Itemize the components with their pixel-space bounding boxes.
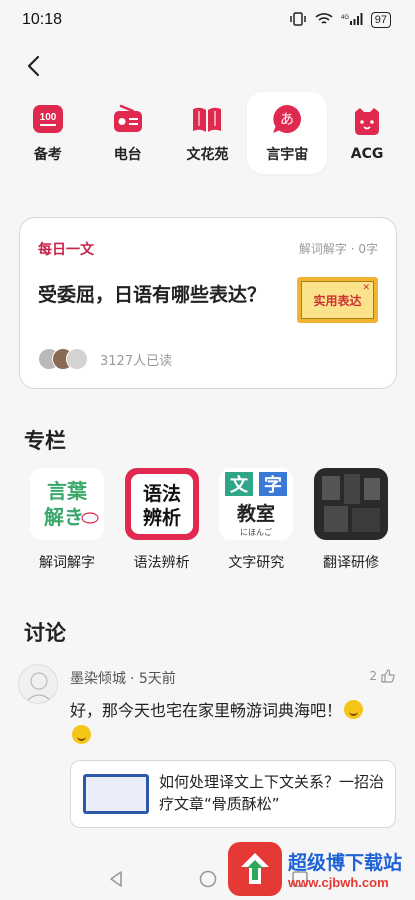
linked-article-card[interactable]: 如何处理译文上下文关系？一招治疗文章“骨质酥松”: [70, 760, 396, 828]
status-time: 10:18: [22, 11, 63, 28]
read-count: 3127人已读: [100, 353, 173, 369]
column-cover: 文 字 教室 にほんご: [219, 468, 294, 540]
column-label: 解词解字: [39, 555, 95, 571]
column-word-explanation[interactable]: 言葉 解き 解词解字: [20, 468, 114, 572]
article-title: 受委屈，日语有哪些表达？: [38, 284, 267, 306]
nav-back-icon[interactable]: [105, 868, 127, 890]
cover-text: 语法: [143, 482, 181, 505]
battery-indicator: 97: [370, 12, 391, 28]
category-tabs: 100 备考 电台 文花苑 あ 言宇宙 ACG: [0, 92, 415, 174]
cover-text: 言葉: [47, 479, 88, 503]
book-icon: [190, 102, 224, 136]
column-cover: 语法 辨析: [124, 468, 199, 540]
wifi-icon: [315, 12, 333, 29]
status-icons: 4G 97: [289, 11, 391, 29]
article-thumbnail: 实用表达 ✕: [297, 277, 378, 323]
category-label: 电台: [113, 147, 142, 163]
category-label: 备考: [33, 147, 62, 163]
column-label: 文字研究: [228, 555, 285, 571]
category-radio[interactable]: 电台: [88, 92, 168, 174]
linked-article-title: 如何处理译文上下文关系？一招治疗文章“骨质酥松”: [159, 773, 385, 813]
column-label: 翻译研修: [322, 555, 379, 571]
daily-tag: 每日一文: [38, 242, 94, 258]
status-bar: 10:18 4G 97: [0, 0, 415, 40]
discussion-section-title: 讨论: [24, 621, 66, 645]
linked-article-thumbnail: [83, 774, 149, 814]
column-label: 语法辨析: [133, 555, 190, 571]
category-label: ACG: [350, 146, 384, 162]
column-grammar[interactable]: 语法 辨析 语法辨析: [115, 468, 209, 572]
columns-list: 言葉 解き 解词解字 语法 辨析 语法辨析 文 字 教室 にほんご 文字研究 翻…: [20, 468, 398, 572]
category-label: 文花苑: [186, 147, 229, 163]
comment-body: 好，那今天也宅在家里畅游词典海吧！: [70, 698, 396, 748]
svg-text:4G: 4G: [341, 15, 349, 21]
category-language-universe[interactable]: あ 言宇宙: [247, 92, 328, 174]
column-cover: 言葉 解き: [30, 468, 104, 540]
watermark-logo-icon: [228, 842, 282, 896]
signal-icon: 4G: [341, 12, 363, 29]
category-exam[interactable]: 100 备考: [8, 92, 88, 174]
like-count: 2: [369, 669, 377, 683]
svg-text:文: 文: [230, 474, 249, 496]
svg-text:100: 100: [40, 112, 57, 123]
thumbs-up-icon: [381, 669, 395, 683]
category-label: 言宇宙: [266, 147, 309, 163]
close-mark-icon: ✕: [362, 283, 370, 293]
site-watermark: 超级博下载站 www.cjbwh.com: [228, 838, 415, 900]
laughing-emoji-icon: [344, 700, 364, 719]
comment-time: · 5天前: [130, 671, 176, 687]
laughing-emoji-icon: [72, 725, 91, 744]
cover-text: 解き: [44, 505, 84, 529]
daily-article-card[interactable]: 每日一文 解词解字 · 0字 受委屈，日语有哪些表达？ 实用表达 ✕ 3127人…: [19, 217, 397, 389]
chevron-left-icon: [27, 55, 40, 77]
radio-icon: [111, 102, 145, 136]
article-meta: 解词解字 · 0字: [298, 242, 378, 256]
svg-text:あ: あ: [280, 112, 294, 128]
like-button[interactable]: 2: [369, 668, 396, 684]
avatar[interactable]: [18, 664, 58, 704]
category-literature[interactable]: 文花苑: [168, 92, 248, 174]
column-characters[interactable]: 文 字 教室 にほんご 文字研究: [209, 468, 303, 572]
category-acg[interactable]: ACG: [327, 92, 407, 174]
thumbnail-label: 实用表达: [313, 293, 362, 308]
comment-username[interactable]: 墨染倾城: [70, 668, 126, 688]
cover-text: 辨析: [143, 506, 181, 529]
nav-home-icon[interactable]: [197, 868, 219, 890]
cover-text: にほんご: [240, 527, 272, 537]
column-translation[interactable]: 翻译研修: [304, 468, 398, 572]
columns-section-title: 专栏: [24, 429, 66, 453]
vibrate-icon: [289, 11, 307, 29]
speech-a-icon: あ: [270, 102, 304, 136]
readers-row: 3127人已读: [38, 348, 172, 370]
watermark-title: 超级博下载站: [288, 852, 403, 874]
back-button[interactable]: [20, 52, 48, 80]
exam-100-icon: 100: [31, 102, 65, 136]
avatar: [66, 348, 88, 370]
comment-text: 好，那今天也宅在家里畅游词典海吧！: [70, 701, 343, 720]
comment-header: 墨染倾城 · 5天前: [70, 668, 176, 688]
column-cover: [313, 468, 388, 540]
svg-text:字: 字: [264, 474, 282, 496]
cat-face-icon: [350, 104, 384, 138]
watermark-url: www.cjbwh.com: [288, 875, 389, 890]
cover-text: 教室: [237, 502, 275, 525]
